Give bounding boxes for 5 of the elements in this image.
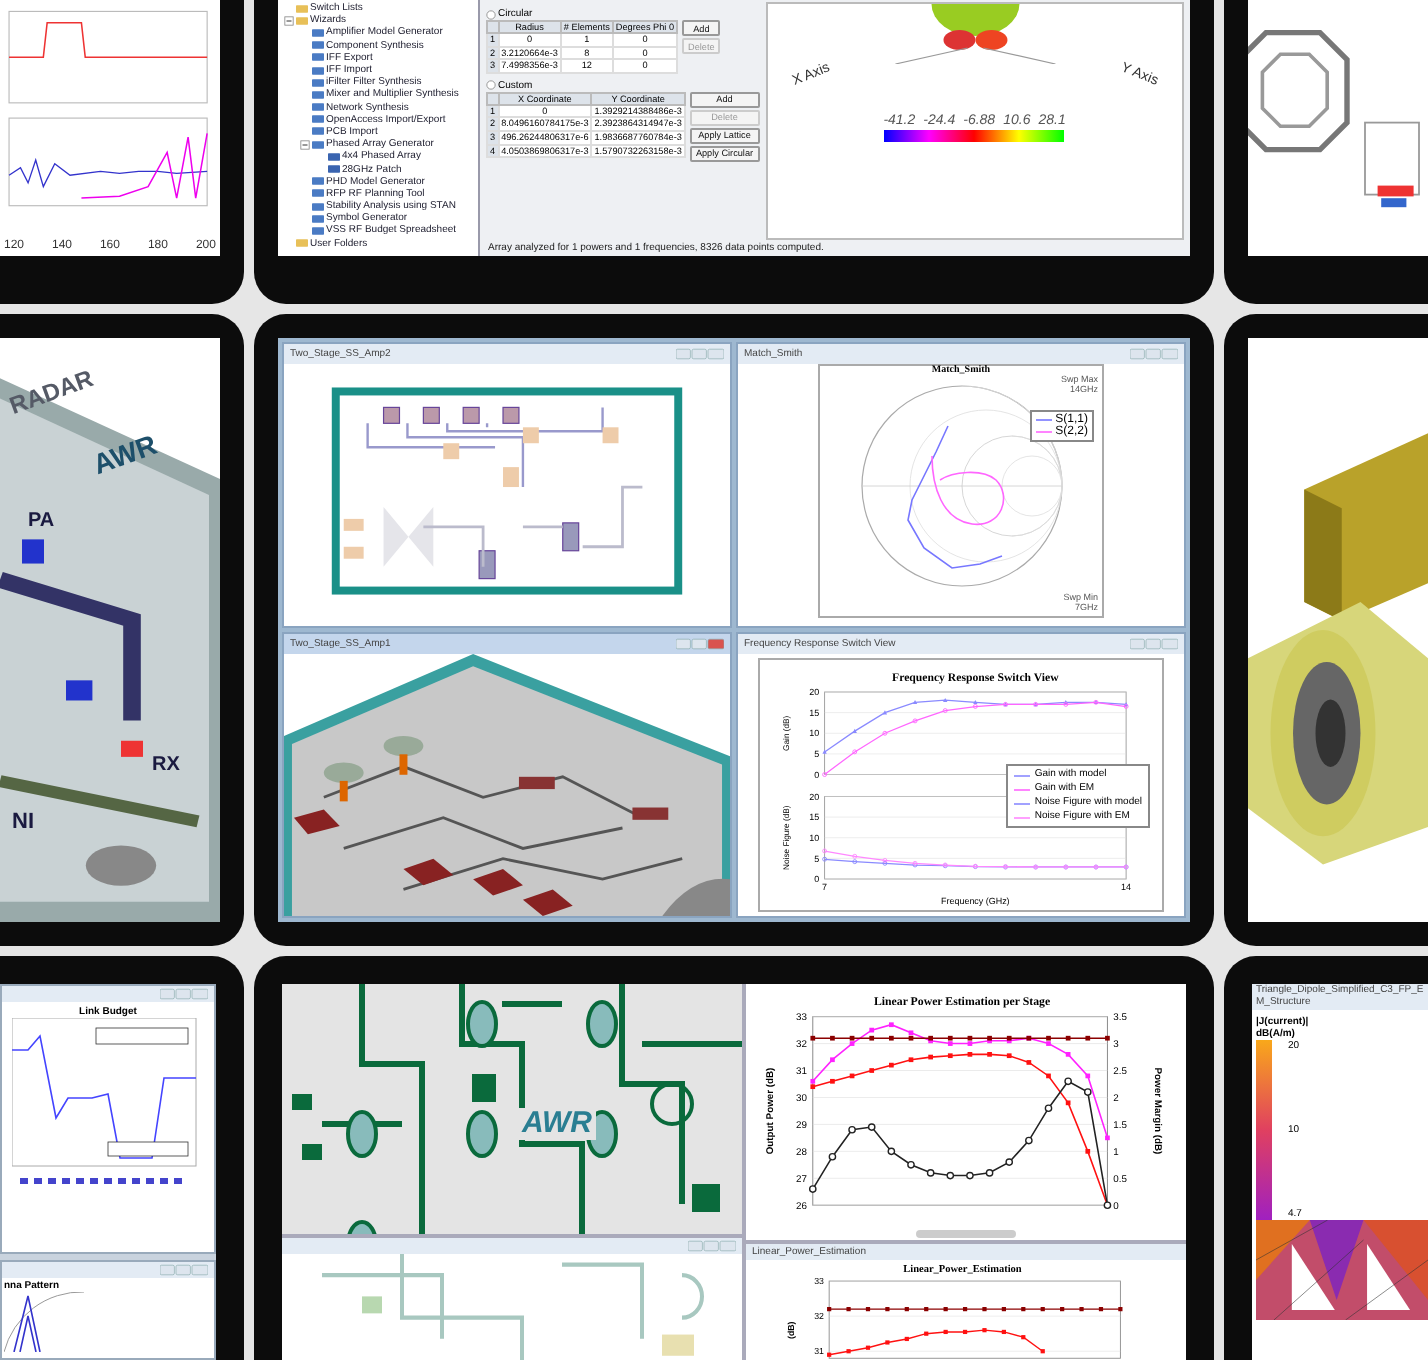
- board-label: PA: [28, 510, 55, 532]
- logo-text: AWR: [518, 1108, 596, 1140]
- board-label: NI: [12, 810, 34, 834]
- logo-text: AWR: [88, 427, 161, 481]
- board-label: RX: [152, 754, 180, 776]
